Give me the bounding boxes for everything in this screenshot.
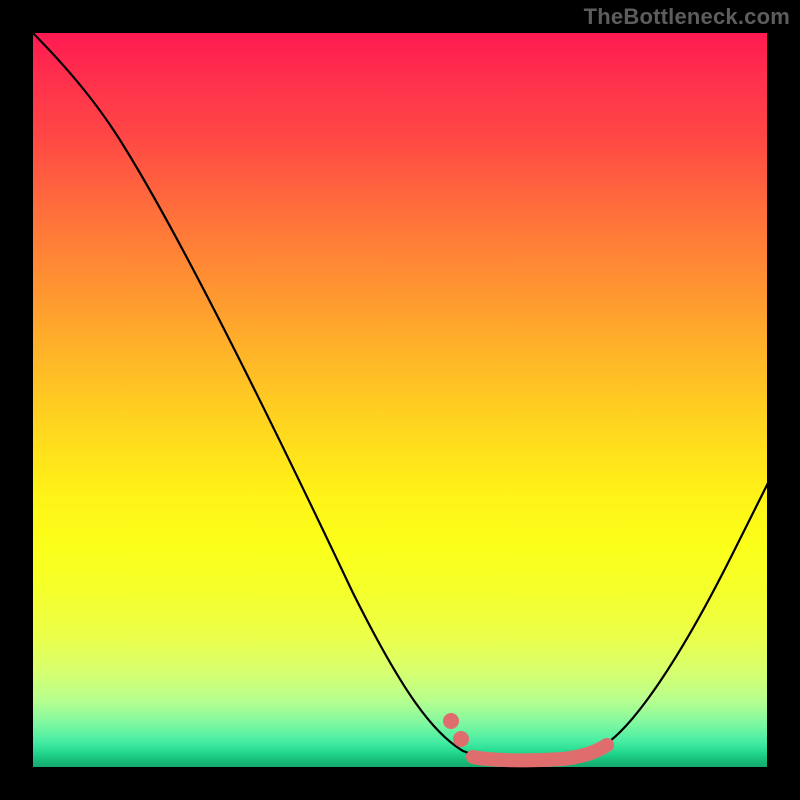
marker-dot-2 — [453, 731, 469, 747]
chart-frame: TheBottleneck.com — [0, 0, 800, 800]
marker-dot-1 — [443, 713, 459, 729]
curve-path — [27, 27, 778, 761]
bottleneck-curve — [33, 33, 767, 767]
plot-area — [33, 33, 767, 767]
optimal-zone-highlight — [473, 745, 607, 760]
watermark-text: TheBottleneck.com — [584, 4, 790, 30]
